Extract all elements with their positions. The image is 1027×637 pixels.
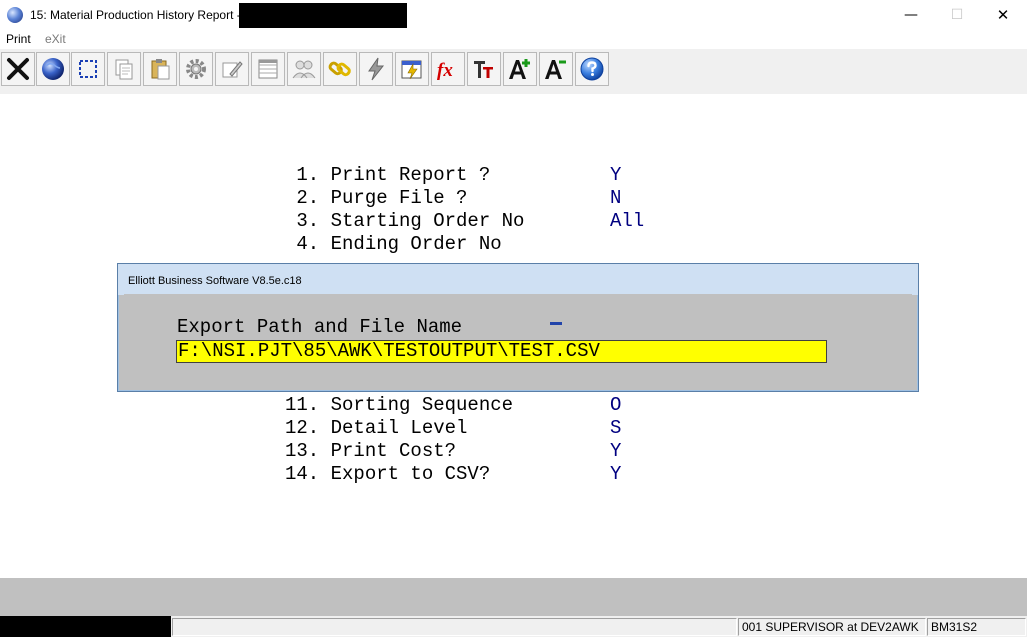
edit-icon: [222, 61, 243, 78]
font-increase-button[interactable]: [503, 52, 537, 86]
font-size-button[interactable]: [467, 52, 501, 86]
globe-icon: [42, 58, 64, 80]
link-button[interactable]: [323, 52, 357, 86]
globe-button[interactable]: [36, 52, 70, 86]
calendar-icon: [401, 60, 422, 80]
export-path-dialog: Elliott Business Software V8.5e.c18 Expo…: [117, 263, 919, 392]
font-decrease-button[interactable]: [539, 52, 573, 86]
select-rectangle-icon: [79, 60, 97, 78]
menu-exit[interactable]: eXit: [45, 32, 66, 46]
copy-icon: [115, 59, 133, 80]
function-button[interactable]: fx: [431, 52, 465, 86]
users-button[interactable]: [287, 52, 321, 86]
minimize-button[interactable]: —: [888, 0, 934, 30]
close-window-button[interactable]: ✕: [980, 0, 1026, 30]
field-1-value[interactable]: Y: [610, 164, 621, 187]
field-13-value[interactable]: Y: [610, 440, 621, 463]
toolbar: fx: [0, 49, 1027, 94]
field-2-value[interactable]: N: [610, 187, 621, 210]
field-13-label: 13. Print Cost?: [285, 440, 457, 462]
field-4-label: 4. Ending Order No: [285, 233, 502, 255]
field-3-value[interactable]: All: [610, 210, 644, 233]
field-11-value[interactable]: O: [610, 394, 621, 417]
window-title: 15: Material Production History Report -: [30, 8, 241, 22]
redacted-title-area: [239, 3, 407, 28]
status-user: 001 SUPERVISOR at DEV2AWK: [738, 618, 926, 636]
copy-button[interactable]: [107, 52, 141, 86]
svg-text:fx: fx: [437, 60, 453, 81]
font-increase-icon: [509, 59, 530, 79]
field-12-value[interactable]: S: [610, 417, 621, 440]
text-caret: [550, 322, 562, 325]
link-icon: [328, 61, 351, 77]
field-3-label: 3. Starting Order No: [285, 210, 525, 232]
lower-panel: [0, 578, 1027, 616]
field-11-label: 11. Sorting Sequence: [285, 394, 514, 416]
dialog-title: Elliott Business Software V8.5e.c18: [128, 275, 302, 287]
users-icon: [292, 60, 316, 79]
status-message-panel: [172, 618, 737, 636]
field-2-label: 2. Purge File ?: [285, 187, 468, 209]
export-path-input[interactable]: F:\NSI.PJT\85\AWK\TESTOUTPUT\TEST.CSV: [176, 340, 827, 363]
select-button[interactable]: [71, 52, 105, 86]
menu-print[interactable]: Print: [6, 32, 31, 46]
field-1-label: 1. Print Report ?: [285, 164, 491, 186]
menu-bar: Print eXit: [0, 30, 1027, 49]
paste-icon: [151, 59, 170, 80]
list-button[interactable]: [251, 52, 285, 86]
status-program: BM31S2: [927, 618, 1026, 636]
font-size-icon: [474, 61, 493, 78]
paste-button[interactable]: [143, 52, 177, 86]
export-path-prompt: Export Path and File Name: [177, 316, 463, 338]
gear-icon: [186, 59, 206, 79]
title-bar: 15: Material Production History Report -…: [0, 0, 1027, 30]
close-x-icon: [7, 58, 29, 80]
field-14-value[interactable]: Y: [610, 463, 621, 486]
help-button[interactable]: [575, 52, 609, 86]
field-12-label: 12. Detail Level: [285, 417, 468, 439]
dialog-body: Export Path and File Name F:\NSI.PJT\85\…: [124, 294, 912, 385]
lightning-icon: [368, 57, 385, 81]
maximize-button[interactable]: ☐: [934, 0, 980, 30]
settings-button[interactable]: [179, 52, 213, 86]
list-icon: [258, 59, 278, 79]
field-14-label: 14. Export to CSV?: [285, 463, 491, 485]
edit-button[interactable]: [215, 52, 249, 86]
function-icon: fx: [437, 60, 453, 81]
lightning-button[interactable]: [359, 52, 393, 86]
status-bar: 001 SUPERVISOR at DEV2AWK BM31S2: [0, 616, 1027, 637]
font-decrease-icon: [545, 60, 566, 79]
app-globe-icon[interactable]: [7, 7, 23, 23]
calendar-button[interactable]: [395, 52, 429, 86]
close-x-button[interactable]: [1, 52, 35, 86]
dialog-title-bar: Elliott Business Software V8.5e.c18: [118, 264, 918, 295]
help-icon: [580, 57, 604, 81]
redacted-status-area: [0, 616, 171, 637]
